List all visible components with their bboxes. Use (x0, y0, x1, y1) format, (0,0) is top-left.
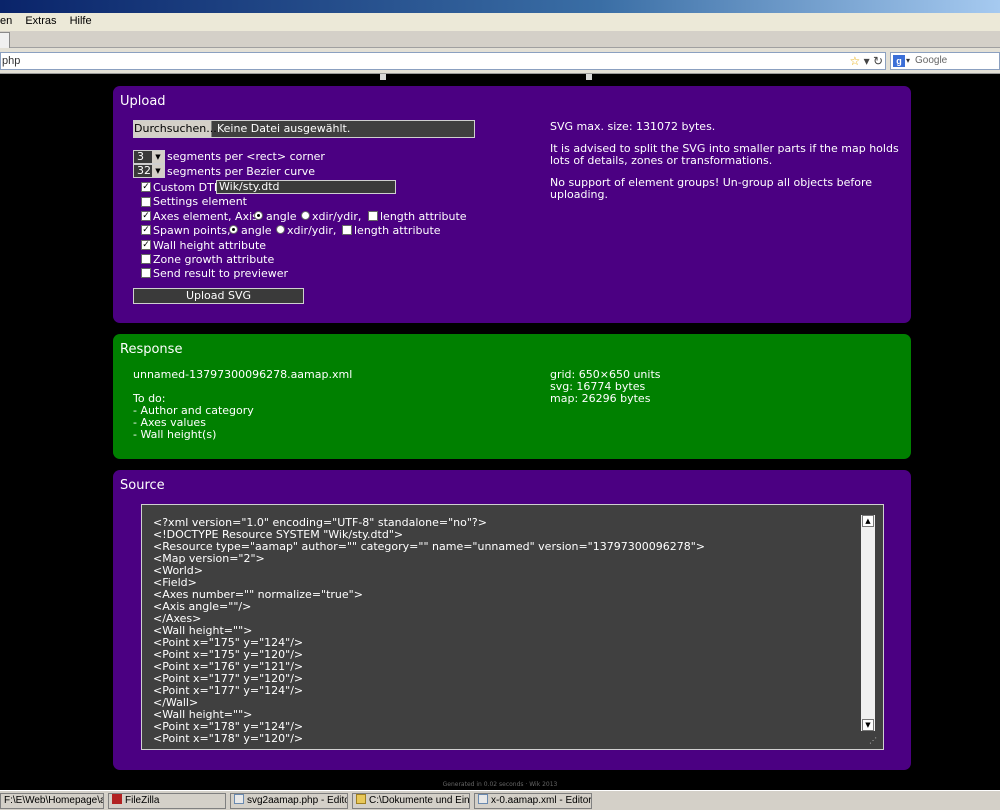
taskbar-item-label: svg2aamap.php - Editor (247, 795, 348, 806)
response-panel: Response unnamed-13797300096278.aamap.xm… (113, 334, 911, 459)
chevron-down-icon[interactable]: ▼ (152, 165, 164, 177)
menu-item-view[interactable]: en (0, 13, 18, 27)
axes-xdir-label: xdir/ydir, (312, 210, 362, 223)
upload-title: Upload (120, 94, 166, 109)
file-status-text: Keine Datei ausgewählt. (217, 122, 351, 135)
wall-height-checkbox[interactable]: ✓ (141, 240, 151, 250)
search-placeholder: Google (915, 55, 948, 66)
axes-element-checkbox[interactable]: ✓ (141, 211, 151, 221)
axes-element-label: Axes element, Axis (153, 210, 258, 223)
taskbar-item[interactable]: C:\Dokumente und Einst... (352, 793, 470, 809)
zone-growth-checkbox[interactable] (141, 254, 151, 264)
browse-button[interactable]: Durchsuchen... (134, 121, 217, 137)
vertical-scrollbar[interactable]: ▲ ▼ (861, 515, 875, 731)
dropdown-arrow-icon[interactable]: ▾ (864, 54, 870, 68)
spawn-length-checkbox[interactable] (342, 225, 352, 235)
window-titlebar (0, 0, 1000, 13)
page-title-fragment (380, 74, 386, 80)
wall-height-label: Wall height attribute (153, 239, 267, 252)
chevron-down-icon[interactable]: ▼ (152, 151, 164, 163)
axes-angle-label: angle (266, 210, 297, 223)
spawn-points-checkbox[interactable]: ✓ (141, 225, 151, 235)
bezier-segments-value: 32 (137, 164, 151, 177)
page-footer: Generated in 0.02 seconds · Wik 2013 (442, 781, 558, 788)
bezier-segments-label: segments per Bezier curve (167, 165, 315, 178)
menu-item-help[interactable]: Hilfe (66, 13, 98, 27)
todo-item: - Wall height(s) (133, 428, 217, 441)
taskbar-item-label: C:\Dokumente und Einst... (369, 795, 470, 806)
axes-length-label: length attribute (380, 210, 467, 223)
custom-dtd-input[interactable]: Wik/sty.dtd (216, 180, 396, 194)
source-line: <Point x="177" y="124"/> (153, 684, 304, 697)
source-line: <Map version="2"> (153, 552, 265, 565)
spawn-angle-label: angle (241, 224, 272, 237)
notepad-icon (234, 794, 244, 804)
spawn-angle-radio[interactable] (229, 225, 238, 234)
custom-dtd-checkbox[interactable]: ✓ (141, 182, 151, 192)
settings-element-label: Settings element (153, 195, 247, 208)
spawn-points-label: Spawn points, (153, 224, 231, 237)
split-advice-text: It is advised to split the SVG into smal… (550, 142, 899, 167)
address-bar-icons: ☆ ▾ ↻ (849, 53, 883, 69)
rect-segments-select[interactable]: 3 ▼ (133, 150, 165, 164)
source-code: <?xml version="1.0" encoding="UTF-8" sta… (153, 517, 705, 745)
resize-grip-icon[interactable]: ⋰ (869, 736, 877, 745)
folder-icon (356, 794, 366, 804)
response-title: Response (120, 342, 183, 357)
upload-panel: Upload Durchsuchen... Keine Datei ausgew… (113, 86, 911, 323)
spawn-xdir-label: xdir/ydir, (287, 224, 337, 237)
source-line: <Axis angle=""/> (153, 600, 252, 613)
taskbar: F:\E\Web\Homepage\ar... FileZilla svg2aa… (0, 790, 1000, 810)
taskbar-item-label: x-0.aamap.xml - Editor (491, 795, 592, 806)
browser-tab[interactable] (0, 32, 10, 48)
scroll-down-icon[interactable]: ▼ (862, 719, 874, 731)
zone-growth-label: Zone growth attribute (153, 253, 275, 266)
rect-segments-value: 3 (137, 150, 144, 163)
bezier-segments-select[interactable]: 32 ▼ (133, 164, 165, 178)
send-previewer-checkbox[interactable] (141, 268, 151, 278)
groups-notice-text: No support of element groups! Un-group a… (550, 176, 873, 201)
menu-bar: en Extras Hilfe (0, 13, 1000, 31)
map-size-stat: map: 26296 bytes (550, 392, 651, 405)
taskbar-item-label: F:\E\Web\Homepage\ar... (4, 795, 103, 806)
taskbar-item[interactable]: x-0.aamap.xml - Editor (474, 793, 592, 809)
reload-icon[interactable]: ↻ (873, 54, 883, 68)
scroll-up-icon[interactable]: ▲ (862, 515, 874, 527)
spawn-xdir-radio[interactable] (276, 225, 285, 234)
upload-svg-button[interactable]: Upload SVG (133, 288, 304, 304)
notepad-icon (478, 794, 488, 804)
settings-element-checkbox[interactable] (141, 197, 151, 207)
taskbar-item[interactable]: F:\E\Web\Homepage\ar... (0, 793, 104, 809)
source-textarea[interactable]: <?xml version="1.0" encoding="UTF-8" sta… (141, 504, 884, 750)
result-filename: unnamed-13797300096278.aamap.xml (133, 368, 353, 381)
axes-xdir-radio[interactable] (301, 211, 310, 220)
send-previewer-label: Send result to previewer (153, 267, 289, 280)
search-bar[interactable]: g ▾ Google (890, 52, 1000, 70)
rect-segments-label: segments per <rect> corner (167, 150, 325, 163)
taskbar-item-label: FileZilla (125, 795, 160, 806)
tab-strip (0, 31, 1000, 48)
source-panel: Source <?xml version="1.0" encoding="UTF… (113, 470, 911, 770)
svg-max-size-text: SVG max. size: 131072 bytes. (550, 120, 716, 133)
taskbar-item[interactable]: FileZilla (108, 793, 226, 809)
spawn-length-label: length attribute (354, 224, 441, 237)
navigation-bar: php ☆ ▾ ↻ g ▾ Google (0, 48, 1000, 74)
address-text: php (2, 55, 21, 67)
menu-item-extras[interactable]: Extras (21, 13, 62, 27)
file-input[interactable]: Durchsuchen... Keine Datei ausgewählt. (133, 120, 475, 138)
source-title: Source (120, 478, 165, 493)
axes-angle-radio[interactable] (254, 211, 263, 220)
search-engine-dropdown-icon[interactable]: ▾ (906, 53, 910, 69)
bookmark-star-icon[interactable]: ☆ (849, 54, 860, 68)
taskbar-item[interactable]: svg2aamap.php - Editor (230, 793, 348, 809)
axes-length-checkbox[interactable] (368, 211, 378, 221)
page-title-fragment (586, 74, 592, 80)
address-bar[interactable]: php ☆ ▾ ↻ (0, 52, 886, 70)
source-line: <Point x="178" y="120"/> (153, 732, 304, 745)
filezilla-icon (112, 794, 122, 804)
source-line: <World> (153, 564, 203, 577)
google-icon[interactable]: g (893, 55, 905, 67)
